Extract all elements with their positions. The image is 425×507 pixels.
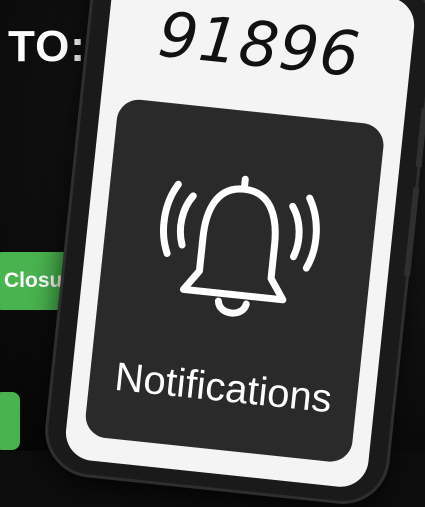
phone-side-button xyxy=(415,107,425,168)
to-heading: TO: xyxy=(8,22,86,71)
phone-side-button xyxy=(403,186,420,277)
phone-screen: 91896 Notifications xyxy=(63,0,417,490)
notifications-card: Notifications xyxy=(83,97,386,464)
short-code-number: 91896 xyxy=(155,0,364,92)
phone-mockup: 91896 Notifications xyxy=(43,0,425,507)
green-action-button[interactable] xyxy=(0,392,20,450)
phone-body: 91896 Notifications xyxy=(43,0,425,506)
bell-ringing-icon xyxy=(160,175,320,317)
notifications-label: Notifications xyxy=(112,354,334,422)
